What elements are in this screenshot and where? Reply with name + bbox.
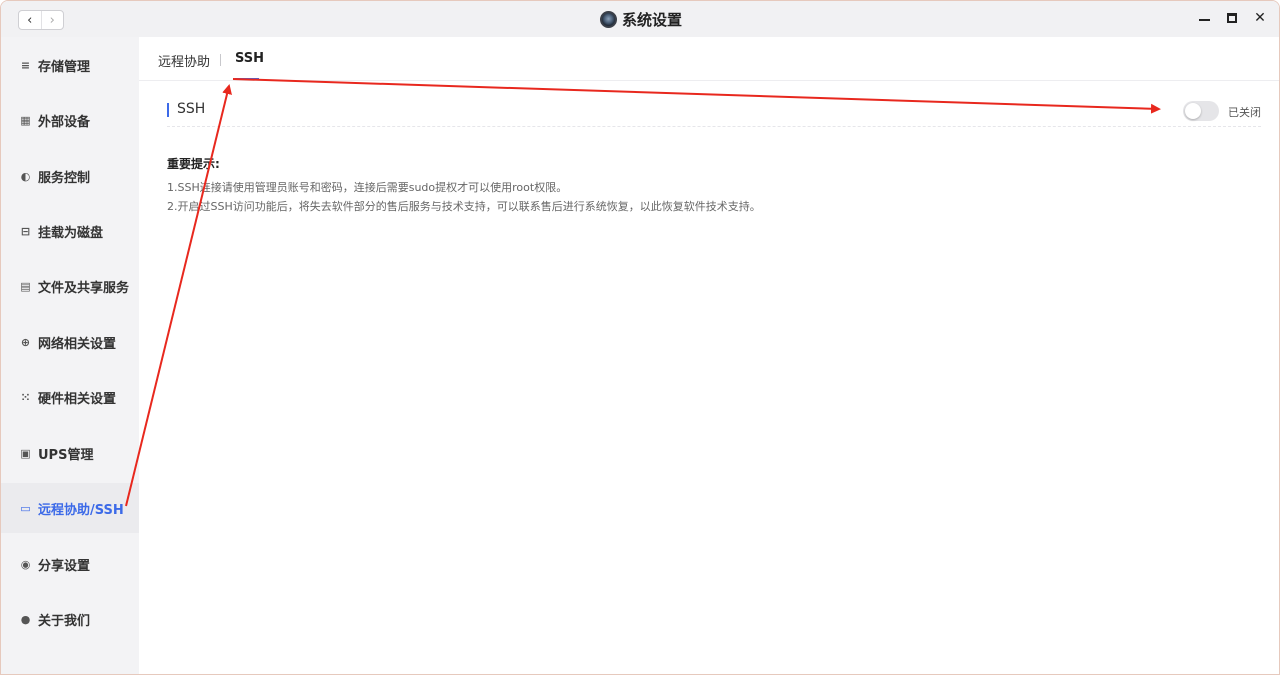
database-icon: ≡ [20,58,31,72]
sidebar-item-label: 硬件相关设置 [38,391,117,407]
title-bar: ‹ › 系统设置 ✕ [1,1,1279,37]
sidebar-item-label: 外部设备 [38,114,91,130]
sidebar-item-external-devices[interactable]: ▦ 外部设备 [1,95,139,145]
app-logo-icon [599,10,617,28]
share-icon: ◉ [20,557,31,571]
window-controls: ✕ [1195,9,1269,27]
sidebar-item-about[interactable]: ● 关于我们 [1,594,139,644]
globe-icon: ⊕ [20,335,31,349]
sidebar: ≡ 存储管理 ▦ 外部设备 ◐ 服务控制 ⊟ 挂载为磁盘 ▤ 文件及共享服务 ⊕… [1,37,139,674]
notice-title: 重要提示: [167,157,220,171]
sidebar-item-hardware[interactable]: ⁙ 硬件相关设置 [1,372,139,422]
file-share-icon: ▤ [20,279,31,293]
minimize-icon [1198,19,1210,21]
close-icon: ✕ [1254,10,1266,26]
sidebar-item-remote-ssh[interactable]: ▭ 远程协助/SSH [1,483,139,533]
sidebar-item-storage[interactable]: ≡ 存储管理 [1,40,139,90]
tab-ssh[interactable]: SSH [235,51,264,66]
settings-window: ‹ › 系统设置 ✕ ≡ 存储管理 ▦ 外部设备 ◐ 服务控制 ⊟ 挂载为磁盘 [0,0,1280,675]
notice-line: 2.开启过SSH访问功能后，将失去软件部分的售后服务与技术支持，可以联系售后进行… [167,200,761,213]
section-accent-bar [167,103,169,117]
sidebar-item-label: 分享设置 [38,558,91,574]
important-notice: 重要提示: 1.SSH连接请使用管理员账号和密码，连接后需要sudo提权才可以使… [167,155,1247,216]
disk-mount-icon: ⊟ [20,224,31,238]
toggle-status-label: 已关闭 [1228,106,1261,119]
toggle-icon: ◐ [20,169,31,183]
tab-divider [220,54,221,66]
grid-icon: ⁙ [20,390,31,404]
maximize-icon [1227,13,1237,23]
sidebar-item-label: 关于我们 [38,613,91,629]
sidebar-item-ups[interactable]: ▣ UPS管理 [1,428,139,478]
sidebar-item-label: 存储管理 [38,59,91,75]
close-button[interactable]: ✕ [1251,9,1269,27]
tab-remote-assist[interactable]: 远程协助 [158,51,210,70]
sidebar-item-mount-disk[interactable]: ⊟ 挂载为磁盘 [1,206,139,256]
notice-line: 1.SSH连接请使用管理员账号和密码，连接后需要sudo提权才可以使用root权… [167,181,568,194]
external-device-icon: ▦ [20,113,31,127]
toggle-knob [1185,103,1201,119]
minimize-button[interactable] [1195,9,1213,27]
sidebar-item-label: 挂载为磁盘 [38,225,104,241]
sidebar-item-label: 服务控制 [38,170,91,186]
sidebar-item-share-settings[interactable]: ◉ 分享设置 [1,539,139,589]
sidebar-item-file-share[interactable]: ▤ 文件及共享服务 [1,261,139,311]
ssh-section-header: SSH 已关闭 [167,101,1261,127]
ssh-toggle-switch[interactable] [1183,101,1219,121]
info-icon: ● [20,612,31,626]
window-title: 系统设置 [621,10,682,29]
sidebar-item-label: 网络相关设置 [38,336,117,352]
section-title: SSH [177,101,206,117]
sidebar-item-service-control[interactable]: ◐ 服务控制 [1,151,139,201]
tab-bar: 远程协助 SSH [139,37,1279,81]
ups-icon: ▣ [20,446,31,460]
remote-icon: ▭ [20,501,31,515]
maximize-button[interactable] [1223,9,1241,27]
main-content: 远程协助 SSH SSH 已关闭 重要提示: 1.SSH连接请使用管理员账号和密… [139,37,1279,674]
title-wrap: 系统设置 [1,1,1279,37]
sidebar-item-label: 文件及共享服务 [38,280,130,296]
sidebar-item-label: 远程协助/SSH [38,502,124,518]
sidebar-item-label: UPS管理 [38,447,94,463]
active-tab-indicator [235,78,259,80]
sidebar-item-network[interactable]: ⊕ 网络相关设置 [1,317,139,367]
